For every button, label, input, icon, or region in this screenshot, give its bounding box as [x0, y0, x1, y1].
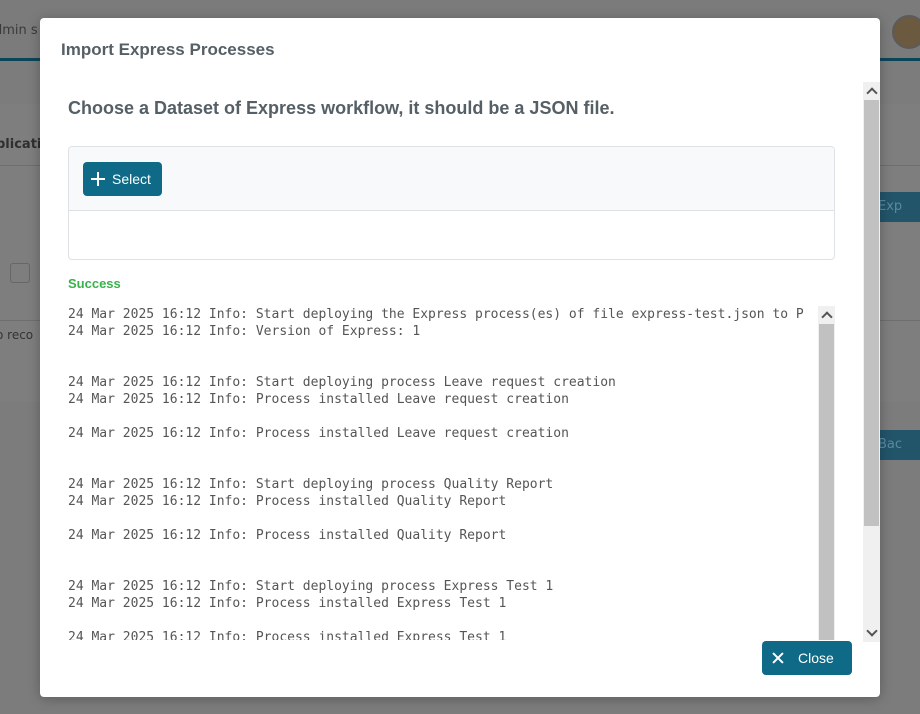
- log-lines: 24 Mar 2025 16:12 Info: Start deploying …: [68, 306, 816, 640]
- close-button[interactable]: Close: [762, 641, 852, 675]
- uploader-toolbar: Select: [69, 147, 834, 211]
- scroll-up-icon[interactable]: [863, 82, 880, 99]
- close-button-label: Close: [798, 650, 834, 666]
- uploader-drop-area[interactable]: [69, 211, 834, 259]
- log-line: 24 Mar 2025 16:12 Info: Start deploying …: [68, 477, 554, 492]
- import-dialog: Import Express Processes Choose a Datase…: [40, 18, 880, 697]
- log-line: 24 Mar 2025 16:12 Info: Process installe…: [68, 630, 507, 640]
- log-line: 24 Mar 2025 16:12 Info: Process installe…: [68, 392, 569, 407]
- log-line: 24 Mar 2025 16:12 Info: Start deploying …: [68, 375, 616, 390]
- instructions-heading: Choose a Dataset of Express workflow, it…: [68, 98, 615, 118]
- avatar: [892, 15, 920, 49]
- log-line: 24 Mar 2025 16:12 Info: Start deploying …: [68, 307, 804, 322]
- log-line: 24 Mar 2025 16:12 Info: Process installe…: [68, 596, 507, 611]
- log-scrollbar-thumb[interactable]: [819, 324, 834, 640]
- log-line: 24 Mar 2025 16:12 Info: Start deploying …: [68, 579, 554, 594]
- scroll-down-icon[interactable]: [863, 624, 880, 641]
- select-button-label: Select: [112, 171, 151, 187]
- empty-table-message: o reco: [0, 328, 34, 342]
- log-line: 24 Mar 2025 16:12 Info: Process installe…: [68, 494, 507, 509]
- log-line: 24 Mar 2025 16:12 Info: Version of Expre…: [68, 324, 421, 339]
- close-icon: [772, 652, 784, 664]
- log-line: 24 Mar 2025 16:12 Info: Process installe…: [68, 528, 507, 543]
- file-uploader: Select: [68, 146, 835, 260]
- plus-icon: [91, 172, 105, 186]
- export-label: Exp: [878, 199, 903, 214]
- scroll-up-icon[interactable]: [818, 306, 835, 323]
- user-name: dmin s: [0, 23, 38, 38]
- log-line: 24 Mar 2025 16:12 Info: Process installe…: [68, 426, 569, 441]
- dialog-title: Import Express Processes: [61, 40, 275, 59]
- tab-applications: plicati: [0, 137, 42, 152]
- import-log[interactable]: 24 Mar 2025 16:12 Info: Start deploying …: [68, 306, 835, 640]
- status-label: Success: [68, 276, 121, 291]
- dialog-body: Choose a Dataset of Express workflow, it…: [40, 84, 863, 640]
- select-file-button[interactable]: Select: [83, 162, 162, 196]
- row-checkbox: [10, 263, 30, 283]
- dialog-scrollbar-thumb[interactable]: [864, 100, 879, 526]
- back-label: Bac: [878, 437, 903, 452]
